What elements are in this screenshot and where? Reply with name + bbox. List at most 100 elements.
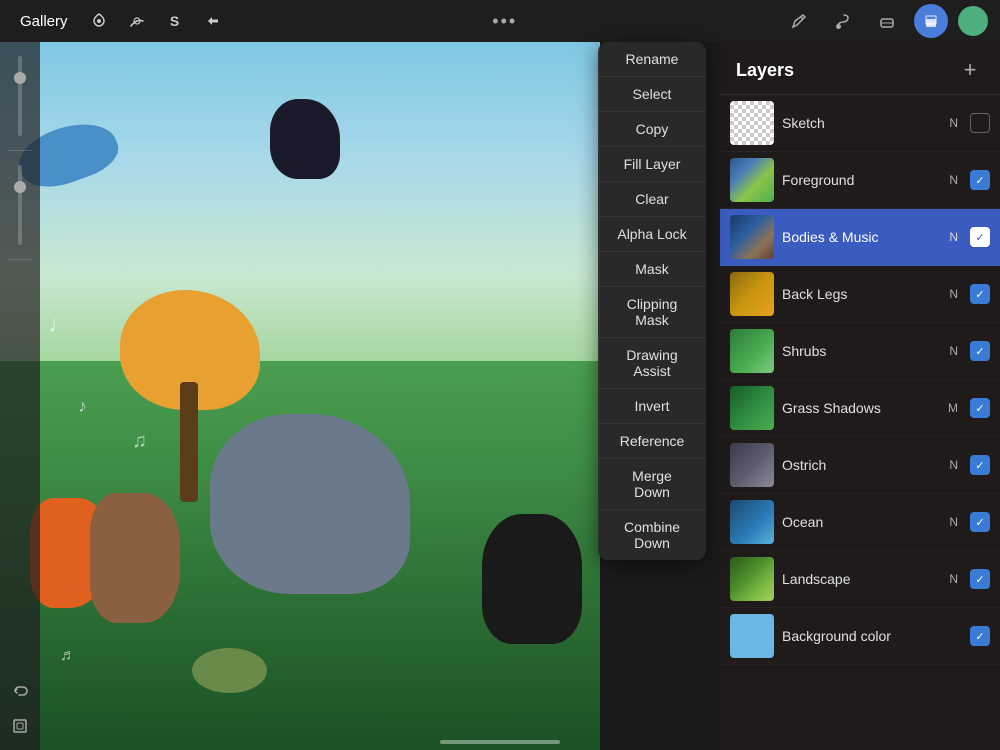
layer-grass-mode: M — [948, 401, 958, 415]
layer-landscape-checkbox[interactable] — [970, 569, 990, 589]
music-note-2: ♪ — [78, 396, 87, 417]
rename-item[interactable]: Rename — [598, 42, 706, 77]
select-item[interactable]: Select — [598, 77, 706, 112]
transform-button[interactable] — [6, 712, 34, 740]
layer-shrubs-name: Shrubs — [782, 343, 941, 359]
layer-backlegs-checkbox[interactable] — [970, 284, 990, 304]
layer-landscape-mode: N — [949, 572, 958, 586]
layer-foreground-name: Foreground — [782, 172, 941, 188]
layer-backlegs-mode: N — [949, 287, 958, 301]
eraser-tool-button[interactable] — [870, 4, 904, 38]
music-note-3: ♫ — [132, 430, 147, 453]
layer-landscape-name: Landscape — [782, 571, 941, 587]
layer-backlegs-name: Back Legs — [782, 286, 941, 302]
layer-sketch[interactable]: Sketch N — [720, 95, 1000, 152]
layer-landscape-thumbnail — [730, 557, 774, 601]
layer-grass-thumbnail — [730, 386, 774, 430]
sidebar-divider-1 — [8, 150, 32, 151]
music-note-4: ♬ — [60, 647, 76, 665]
layer-landscape[interactable]: Landscape N — [720, 551, 1000, 608]
layer-shrubs-mode: N — [949, 344, 958, 358]
layer-grass-name: Grass Shadows — [782, 400, 940, 416]
paint-tool-button[interactable] — [826, 4, 860, 38]
canvas-elephant — [210, 414, 410, 594]
layer-ostrich-name: Ostrich — [782, 457, 941, 473]
clear-item[interactable]: Clear — [598, 182, 706, 217]
combine-down-item[interactable]: Combine Down — [598, 510, 706, 560]
invert-item[interactable]: Invert — [598, 389, 706, 424]
layer-bgcol[interactable]: Background color — [720, 608, 1000, 665]
fill-layer-item[interactable]: Fill Layer — [598, 147, 706, 182]
pencil-tool-button[interactable] — [782, 4, 816, 38]
smudge-tool-button[interactable]: S — [160, 6, 190, 36]
layer-sketch-thumbnail — [730, 101, 774, 145]
layers-add-button[interactable]: + — [956, 56, 984, 84]
merge-down-item[interactable]: Merge Down — [598, 459, 706, 510]
layer-shrubs-thumbnail — [730, 329, 774, 373]
layer-sketch-name: Sketch — [782, 115, 941, 131]
topbar: Gallery S ••• — [0, 0, 1000, 42]
opacity-slider[interactable] — [18, 165, 22, 245]
layer-grass[interactable]: Grass Shadows M — [720, 380, 1000, 437]
topbar-center: ••• — [492, 11, 517, 32]
layer-bgcol-checkbox[interactable] — [970, 626, 990, 646]
drawing-assist-item[interactable]: Drawing Assist — [598, 338, 706, 389]
reference-item[interactable]: Reference — [598, 424, 706, 459]
context-menu: RenameSelectCopyFill LayerClearAlpha Loc… — [598, 42, 706, 560]
layers-header: Layers + — [720, 42, 1000, 95]
layer-ocean-checkbox[interactable] — [970, 512, 990, 532]
canvas-deer — [90, 493, 180, 623]
clipping-mask-item[interactable]: Clipping Mask — [598, 287, 706, 338]
layer-bgcol-thumbnail — [730, 614, 774, 658]
layer-sketch-checkbox[interactable] — [970, 113, 990, 133]
canvas-gorilla — [482, 514, 582, 644]
brush-size-slider[interactable] — [18, 56, 22, 136]
layer-grass-checkbox[interactable] — [970, 398, 990, 418]
home-indicator — [440, 740, 560, 744]
alpha-lock-item[interactable]: Alpha Lock — [598, 217, 706, 252]
layer-shrubs-checkbox[interactable] — [970, 341, 990, 361]
left-sidebar — [0, 42, 40, 750]
topbar-left: Gallery S — [12, 6, 228, 36]
layer-ostrich-checkbox[interactable] — [970, 455, 990, 475]
layer-bodies-checkbox[interactable] — [970, 227, 990, 247]
layer-backlegs-thumbnail — [730, 272, 774, 316]
layers-tool-button[interactable] — [914, 4, 948, 38]
layer-backlegs[interactable]: Back Legs N — [720, 266, 1000, 323]
layer-sketch-mode: N — [949, 116, 958, 130]
layers-panel: Layers + SketchNForegroundNBodies & Musi… — [720, 42, 1000, 750]
layer-ocean-name: Ocean — [782, 514, 941, 530]
canvas-tree-trunk — [180, 382, 198, 502]
layer-bodies-thumbnail — [730, 215, 774, 259]
canvas-area: ♩ ♪ ♫ ♬ — [0, 42, 600, 750]
layers-list[interactable]: SketchNForegroundNBodies & MusicNBack Le… — [720, 95, 1000, 750]
move-tool-button[interactable] — [198, 6, 228, 36]
layer-ocean-thumbnail — [730, 500, 774, 544]
gallery-button[interactable]: Gallery — [12, 9, 76, 34]
music-note-1: ♩ — [48, 311, 72, 339]
topbar-right — [782, 4, 988, 38]
layer-ostrich-thumbnail — [730, 443, 774, 487]
layer-foreground-mode: N — [949, 173, 958, 187]
color-picker-button[interactable] — [958, 6, 988, 36]
layer-foreground[interactable]: Foreground N — [720, 152, 1000, 209]
brush-adjust-button[interactable] — [122, 6, 152, 36]
layer-ocean[interactable]: Ocean N — [720, 494, 1000, 551]
mask-item[interactable]: Mask — [598, 252, 706, 287]
copy-item[interactable]: Copy — [598, 112, 706, 147]
layer-bgcol-name: Background color — [782, 628, 950, 644]
layer-ostrich-mode: N — [949, 458, 958, 472]
layer-foreground-checkbox[interactable] — [970, 170, 990, 190]
layer-ostrich[interactable]: Ostrich N — [720, 437, 1000, 494]
layer-ocean-mode: N — [949, 515, 958, 529]
layer-bodies-mode: N — [949, 230, 958, 244]
layer-foreground-thumbnail — [730, 158, 774, 202]
layers-title: Layers — [736, 60, 794, 81]
undo-button[interactable] — [6, 678, 34, 706]
layer-shrubs[interactable]: Shrubs N — [720, 323, 1000, 380]
layer-bodies[interactable]: Bodies & MusicN — [720, 209, 1000, 266]
sidebar-divider-2 — [8, 259, 32, 260]
more-options-button[interactable]: ••• — [492, 11, 517, 32]
modify-tool-button[interactable] — [84, 6, 114, 36]
canvas-bird — [270, 99, 340, 179]
